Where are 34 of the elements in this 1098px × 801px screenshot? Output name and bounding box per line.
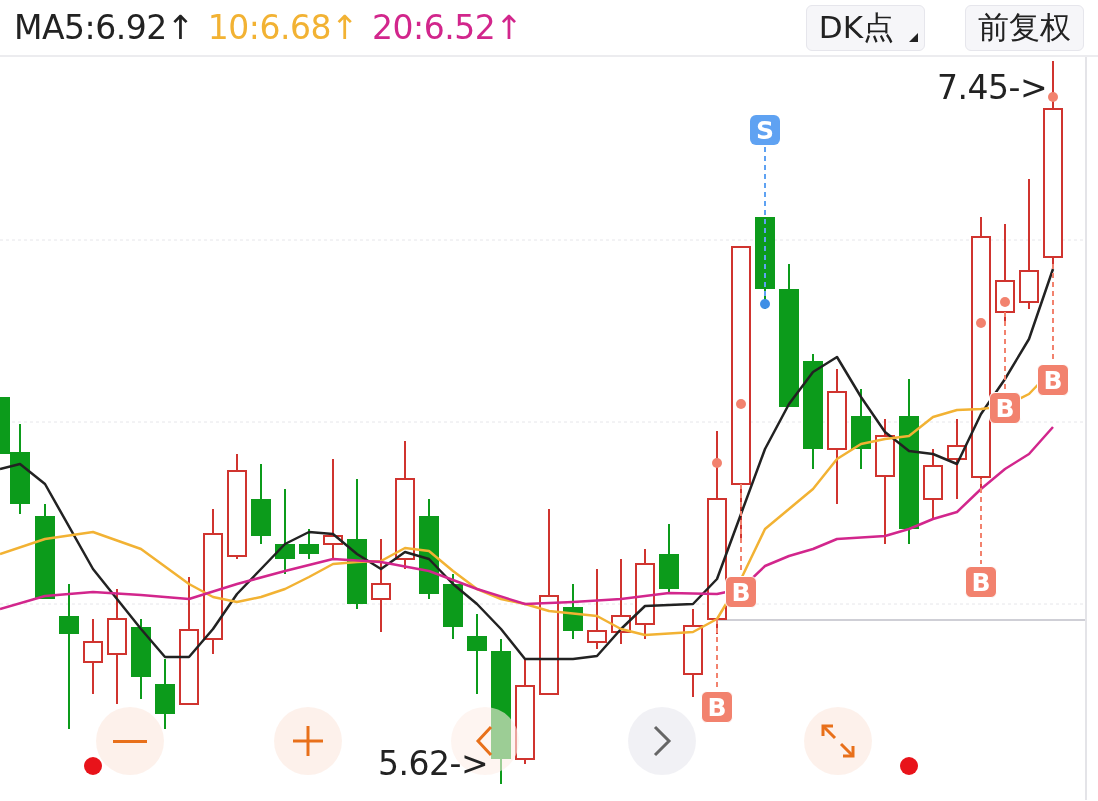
signal-dot-icon <box>760 299 770 309</box>
sell-signal-badge: S <box>750 115 780 145</box>
chevron-right-icon <box>652 725 672 757</box>
buy-signal-badge: B <box>725 576 757 608</box>
price-dot-icon <box>712 458 722 468</box>
candlestick <box>155 658 175 730</box>
minus-icon <box>113 739 147 743</box>
low-price-label: 5.62-> <box>378 747 489 780</box>
moving-average-value: 10:6.68↑ <box>207 8 359 47</box>
price-dot-icon <box>976 318 986 328</box>
moving-average-value: 20:6.52↑ <box>372 8 523 47</box>
zoom-out-button[interactable] <box>96 707 164 775</box>
adjustment-button[interactable]: 前复权 <box>965 4 1084 51</box>
indicator-dropdown[interactable]: DK点 <box>805 4 925 51</box>
candlestick <box>563 583 583 640</box>
candlestick <box>923 448 943 520</box>
dot-icon <box>900 757 918 775</box>
buy-signal-badge: B <box>701 691 733 723</box>
price-dot-icon <box>736 399 746 409</box>
leader-line <box>716 618 718 690</box>
moving-average-value: MA5:6.92↑ <box>14 8 194 47</box>
corner-triangle-icon <box>909 32 918 42</box>
candlestick <box>299 528 319 560</box>
price-dot-icon <box>1048 92 1058 102</box>
high-price-label: 7.45-> <box>937 71 1048 104</box>
candlestick <box>659 523 679 595</box>
buy-signal-badge: B <box>965 566 997 598</box>
expand-arrows-icon <box>821 724 855 758</box>
buy-signal-badge: B <box>989 392 1021 424</box>
dot-icon <box>84 757 102 775</box>
price-dot-icon <box>1000 297 1010 307</box>
buy-signal-badge: B <box>1037 364 1069 396</box>
plus-icon <box>291 724 325 758</box>
candlestick <box>443 573 463 640</box>
